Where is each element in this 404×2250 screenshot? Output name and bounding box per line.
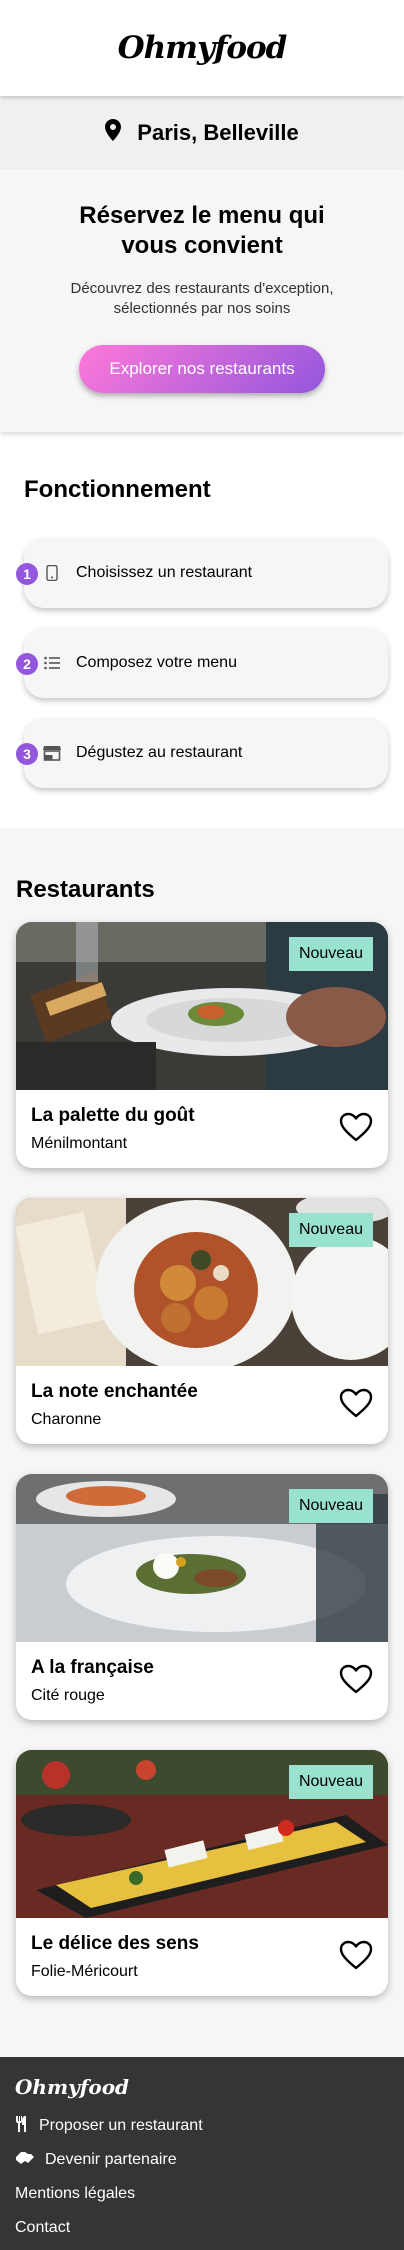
step-1: 1 Choisissez un restaurant	[16, 538, 388, 608]
footer-link-label: Mentions légales	[15, 2185, 136, 2202]
phone-icon	[42, 563, 62, 583]
restaurant-area: Ménilmontant	[31, 1135, 128, 1152]
new-badge: Nouveau	[288, 1213, 373, 1247]
step-number: 1	[16, 563, 38, 585]
restaurant-info: Le délice des sens Folie-Méricourt	[16, 1918, 388, 1996]
step-number: 2	[16, 653, 38, 675]
restaurant-name: La palette du goût	[31, 1105, 195, 1126]
utensils-icon	[15, 2115, 29, 2137]
new-badge: Nouveau	[288, 1489, 373, 1523]
footer-link-label: Proposer un restaurant	[39, 2117, 203, 2134]
step-label: Choisissez un restaurant	[76, 564, 253, 581]
step-3: 3 Dégustez au restaurant	[16, 718, 388, 788]
restaurant-area: Charonne	[31, 1411, 102, 1428]
step-2: 2 Composez votre menu	[16, 628, 388, 698]
restaurant-name: La note enchantée	[31, 1381, 198, 1402]
how-it-works-section: Fonctionnement 1 Choisissez un restauran…	[0, 432, 404, 828]
section-title: Fonctionnement	[24, 476, 211, 503]
footer-link-contact[interactable]: Contact	[15, 2211, 389, 2245]
restaurant-photo: Nouveau	[16, 1750, 388, 1918]
location-bar: Paris, Belleville	[0, 96, 404, 169]
new-badge: Nouveau	[288, 1765, 373, 1799]
hero-section: Réservez le menu qui vous convient Décou…	[0, 169, 404, 432]
restaurant-card[interactable]: Nouveau A la française Cité rouge	[16, 1474, 388, 1720]
step-label: Composez votre menu	[76, 654, 237, 671]
restaurant-area: Folie-Méricourt	[31, 1963, 138, 1980]
explore-restaurants-button[interactable]: Explorer nos restaurants	[79, 345, 325, 393]
heart-icon[interactable]	[339, 1388, 373, 1423]
store-icon	[42, 743, 62, 763]
restaurant-name: Le délice des sens	[31, 1933, 199, 1954]
heart-icon[interactable]	[339, 1664, 373, 1699]
list-icon	[42, 653, 62, 673]
new-badge: Nouveau	[288, 937, 373, 971]
hero-subtitle: Découvrez des restaurants d'exception, s…	[70, 280, 334, 317]
heart-icon[interactable]	[339, 1112, 373, 1147]
restaurant-info: La palette du goût Ménilmontant	[16, 1090, 388, 1168]
section-title: Restaurants	[16, 876, 155, 903]
handshake-icon	[15, 2151, 35, 2170]
footer-link-partner[interactable]: Devenir partenaire	[15, 2143, 389, 2177]
heart-icon[interactable]	[339, 1940, 373, 1975]
map-pin-icon	[105, 118, 122, 147]
footer-link-label: Contact	[15, 2219, 71, 2236]
footer-link-legal[interactable]: Mentions légales	[15, 2177, 389, 2211]
restaurant-name: A la française	[31, 1657, 154, 1678]
site-footer: Ohmyfood Proposer un restaurant Devenir …	[0, 2057, 404, 2250]
restaurant-card[interactable]: Nouveau Le délice des sens Folie-Méricou…	[16, 1750, 388, 1996]
hero-title: Réservez le menu qui vous convient	[79, 202, 325, 259]
restaurant-info: La note enchantée Charonne	[16, 1366, 388, 1444]
restaurant-photo: Nouveau	[16, 1198, 388, 1366]
restaurant-area: Cité rouge	[31, 1687, 105, 1704]
footer-logo[interactable]: Ohmyfood	[15, 2075, 389, 2099]
restaurant-card[interactable]: Nouveau La note enchantée Charonne	[16, 1198, 388, 1444]
location-label: Paris, Belleville	[137, 119, 299, 145]
footer-link-label: Devenir partenaire	[45, 2151, 177, 2168]
restaurant-photo: Nouveau	[16, 1474, 388, 1642]
restaurants-section: Restaurants Nouveau La palette du goût M…	[0, 828, 404, 2057]
site-header: Ohmyfood	[0, 0, 404, 96]
restaurant-info: A la française Cité rouge	[16, 1642, 388, 1720]
step-number: 3	[16, 743, 38, 765]
step-label: Dégustez au restaurant	[76, 744, 243, 761]
logo[interactable]: Ohmyfood	[118, 30, 288, 66]
restaurant-photo: Nouveau	[16, 922, 388, 1090]
restaurant-card[interactable]: Nouveau La palette du goût Ménilmontant	[16, 922, 388, 1168]
footer-link-propose[interactable]: Proposer un restaurant	[15, 2109, 389, 2143]
